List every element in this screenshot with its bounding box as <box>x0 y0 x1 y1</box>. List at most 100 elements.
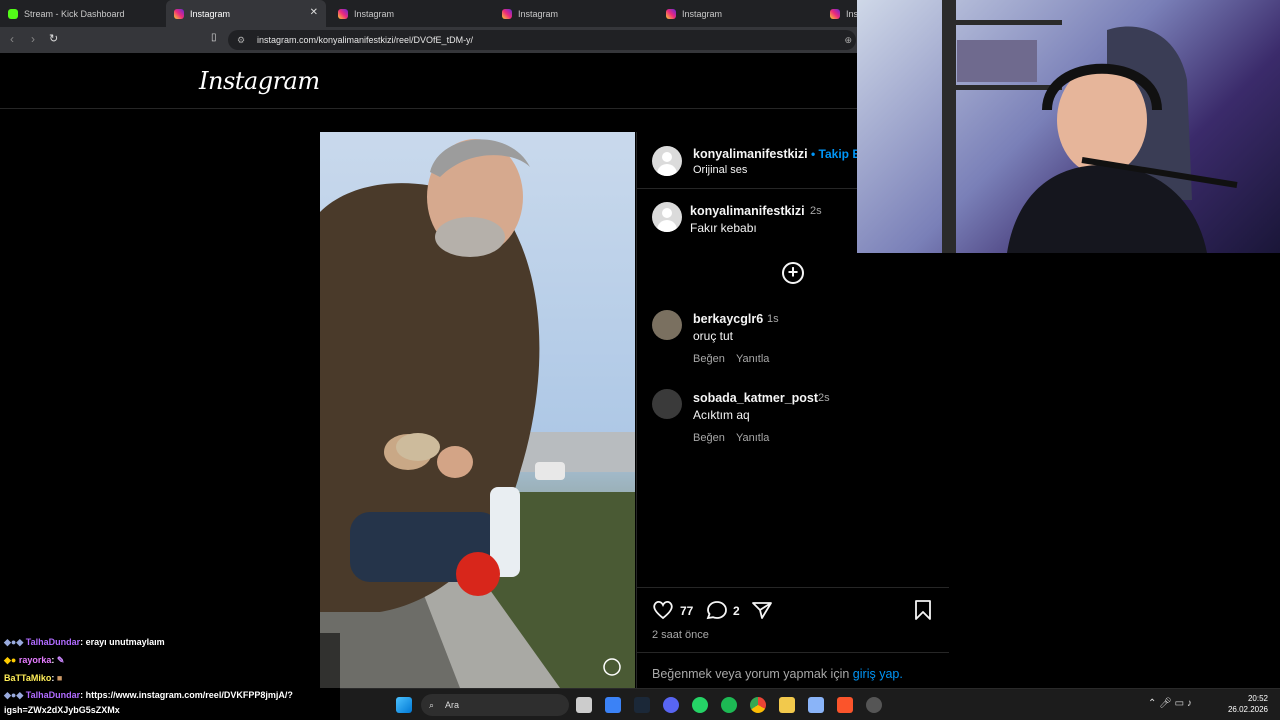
kick-icon <box>8 8 18 19</box>
taskbar-search[interactable]: ⌕ Ara <box>421 694 569 716</box>
tab-label: Insta <box>846 8 857 19</box>
reel-video[interactable] <box>320 132 635 688</box>
instagram-page: Instagram konyalimanifestkizi • Takip E … <box>0 53 949 688</box>
instagram-icon <box>830 8 840 19</box>
clock-time: 20:52 <box>1247 694 1268 703</box>
comment-text: oruç tut <box>693 329 734 343</box>
share-icon[interactable] <box>751 600 773 620</box>
load-more-comments-icon[interactable]: + <box>782 262 804 284</box>
tab-strip: Stream - Kick Dashboard Instagram ✕ Inst… <box>0 0 857 27</box>
obs-icon[interactable] <box>866 697 882 713</box>
back-icon[interactable]: ‹ <box>10 32 14 46</box>
webcam-overlay <box>857 0 1280 253</box>
badge-icon: ◆●◆ <box>4 637 26 647</box>
login-prompt: Beğenmek veya yorum yapmak için giriş ya… <box>652 667 903 681</box>
browser-toolbar: ‹ › ↻ ▯ ⚙ instagram.com/konyalimanifestk… <box>0 27 857 53</box>
emote-icon: ✎ <box>56 655 65 665</box>
store-icon[interactable] <box>605 697 621 713</box>
bookmark-icon[interactable]: ▯ <box>211 32 217 43</box>
tab-label: Instagram <box>190 8 231 19</box>
instagram-logo[interactable]: Instagram <box>199 67 320 95</box>
badge-icon: ◆●◆ <box>4 690 26 700</box>
whatsapp-icon[interactable] <box>692 697 708 713</box>
comment-text: Acıktım aq <box>693 408 750 422</box>
spotify-icon[interactable] <box>721 697 737 713</box>
clock-date: 26.02.2026 <box>1227 705 1268 714</box>
divider <box>637 652 949 653</box>
forward-icon[interactable]: › <box>31 32 35 46</box>
close-tab-icon[interactable]: ✕ <box>310 7 318 18</box>
reload-icon[interactable]: ↻ <box>49 32 58 45</box>
chat-text: : https://www.instagram.com/reel/DVKFPP8… <box>80 690 293 700</box>
stream-chat: ◆●◆ TalhaDundar: erayı unutmaylaım ◆● ra… <box>0 633 340 720</box>
steam-icon[interactable] <box>634 697 650 713</box>
taskbar: ⌕ Ara ⌃ 🎤︎ ▭ ♪ 20:52 26.02.2026 <box>340 688 1280 720</box>
tab-instagram[interactable]: Instagram <box>658 0 818 27</box>
site-info-icon[interactable]: ⚙ <box>237 30 245 50</box>
chat-text: : erayı unutmaylaım <box>80 637 165 647</box>
chat-username: TalhaDundar <box>25 637 81 647</box>
file-explorer-icon[interactable] <box>779 697 795 713</box>
tab-instagram[interactable]: Instagram <box>494 0 654 27</box>
save-icon[interactable] <box>914 599 932 621</box>
chat-message: ◆● rayorka: ✎ <box>4 655 64 666</box>
login-prompt-text: Beğenmek veya yorum yapmak için <box>652 667 850 681</box>
comment-user[interactable]: sobada_katmer_post <box>693 391 818 405</box>
comment-time: 2s <box>818 392 830 404</box>
heart-icon[interactable] <box>652 600 674 620</box>
tab-label: Instagram <box>682 8 723 19</box>
reply-button[interactable]: Yanıtla <box>736 353 769 365</box>
comment-icon[interactable] <box>706 600 728 620</box>
tab-label: Instagram <box>354 8 395 19</box>
app-icon[interactable] <box>808 697 824 713</box>
comment-time: 1s <box>767 313 779 325</box>
webcam-frame <box>942 0 1238 253</box>
search-icon: ⌕ <box>429 700 435 710</box>
avatar[interactable] <box>652 310 682 340</box>
chat-message-continuation: igsh=ZWx2dXJybG5sZXMx <box>4 705 120 715</box>
start-icon[interactable] <box>396 697 412 713</box>
avatar[interactable] <box>652 389 682 419</box>
zoom-icon[interactable]: ⊕ <box>844 30 852 50</box>
like-count[interactable]: 77 <box>680 604 693 618</box>
instagram-header: Instagram <box>0 53 857 109</box>
taskbar-clock[interactable]: 20:52 26.02.2026 <box>1228 693 1268 715</box>
address-bar[interactable]: ⚙ instagram.com/konyalimanifestkizi/reel… <box>228 30 856 50</box>
task-view-icon[interactable] <box>576 697 592 713</box>
follow-button[interactable]: • Takip E <box>811 147 860 161</box>
like-comment-button[interactable]: Beğen <box>693 353 725 365</box>
post-time: 2 saat önce <box>652 629 709 641</box>
chat-username: BaTTaMiko <box>4 673 52 683</box>
audio-label[interactable]: Orijinal ses <box>693 164 747 176</box>
caption-time: 2s <box>810 205 822 217</box>
avatar[interactable] <box>652 146 682 176</box>
instagram-icon <box>666 8 676 19</box>
url-text: instagram.com/konyalimanifestkizi/reel/D… <box>257 35 474 45</box>
tab-kick-dashboard[interactable]: Stream - Kick Dashboard <box>0 0 164 27</box>
comment-count: 2 <box>733 604 740 618</box>
search-placeholder: Ara <box>445 700 460 710</box>
instagram-icon <box>502 8 512 19</box>
emote-icon: ■ <box>56 673 63 683</box>
chrome-icon[interactable] <box>750 697 766 713</box>
brave-icon[interactable] <box>837 697 853 713</box>
tab-instagram-active[interactable]: Instagram ✕ <box>166 0 326 27</box>
instagram-icon <box>338 8 348 19</box>
chat-message: ◆●◆ TalhaDundar: https://www.instagram.c… <box>4 690 293 701</box>
reply-button[interactable]: Yanıtla <box>736 432 769 444</box>
avatar[interactable] <box>652 202 682 232</box>
chat-message: ◆●◆ TalhaDundar: erayı unutmaylaım <box>4 637 165 648</box>
discord-icon[interactable] <box>663 697 679 713</box>
like-comment-button[interactable]: Beğen <box>693 432 725 444</box>
comment-user[interactable]: berkaycglr6 <box>693 312 763 326</box>
tab-instagram[interactable]: Instagram <box>330 0 490 27</box>
caption-text: Fakır kebabı <box>690 221 757 235</box>
system-tray-icons[interactable]: ⌃ 🎤︎ ▭ ♪ <box>1148 698 1192 709</box>
post-author[interactable]: konyalimanifestkizi <box>693 147 808 161</box>
login-link[interactable]: giriş yap. <box>853 667 903 681</box>
chat-username: TalhaDundar <box>25 690 81 700</box>
chat-message: BaTTaMiko: ■ <box>4 673 62 683</box>
caption-author[interactable]: konyalimanifestkizi <box>690 204 805 218</box>
tab-instagram[interactable]: Insta <box>822 0 857 27</box>
tab-label: Stream - Kick Dashboard <box>24 8 125 19</box>
